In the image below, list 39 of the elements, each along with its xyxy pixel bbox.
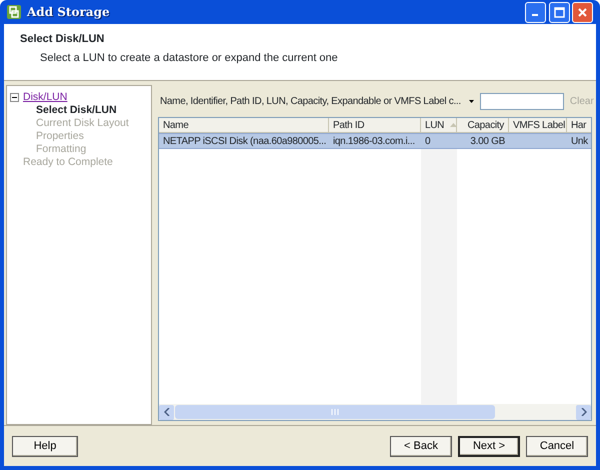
close-icon	[577, 6, 588, 18]
column-header[interactable]: Capacity	[457, 118, 509, 133]
column-header[interactable]: Har	[567, 118, 591, 133]
filter-field[interactable]	[480, 92, 564, 110]
filter-dropdown[interactable]: Name, Identifier, Path ID, LUN, Capacity, Expandable or VMFS Label c...	[158, 94, 474, 108]
column-header[interactable]: Name	[159, 118, 329, 133]
step-label: Current Disk Layout	[36, 117, 129, 130]
column-header[interactable]: VMFS Label	[509, 118, 567, 133]
column-header[interactable]: LUN	[421, 118, 457, 133]
table-cell: 0	[421, 133, 457, 149]
help-button[interactable]: Help	[12, 436, 78, 456]
step-label: Ready to Complete	[23, 156, 113, 169]
step-link[interactable]: Disk/LUN	[23, 91, 68, 104]
table-cell: NETAPP iSCSI Disk (naa.60a980005...	[159, 133, 329, 149]
wizard-button[interactable]: Cancel	[526, 436, 588, 456]
column-header[interactable]: Path ID	[329, 118, 421, 133]
window-title: Add Storage	[27, 4, 110, 21]
minimize-icon	[532, 14, 538, 16]
page-description: Select a LUN to create a datastore or expand the current one	[39, 50, 339, 66]
table-cell: Unk	[567, 133, 591, 149]
page-heading: Select Disk/LUN	[20, 32, 106, 47]
scroll-right-icon[interactable]	[576, 404, 591, 420]
step-label: Formatting	[36, 143, 86, 156]
wizard-button[interactable]: Next >	[458, 436, 520, 456]
scroll-left-icon[interactable]	[159, 404, 174, 420]
minimize-button[interactable]	[524, 2, 546, 22]
table-cell: 3.00 GB	[457, 133, 509, 149]
sort-icon	[450, 123, 456, 127]
scrollbar-thumb[interactable]	[175, 405, 495, 419]
step-label: Properties	[36, 130, 84, 143]
caret-icon	[468, 100, 474, 102]
expander-icon[interactable]	[10, 91, 19, 104]
app-icon	[6, 4, 22, 20]
maximize-button[interactable]	[548, 2, 570, 22]
step-label: Select Disk/LUN	[36, 104, 117, 117]
close-button[interactable]	[572, 2, 594, 22]
wizard-button[interactable]: < Back	[390, 436, 452, 456]
maximize-icon	[554, 6, 564, 18]
table-cell: iqn.1986-03.com.i...	[329, 133, 421, 149]
